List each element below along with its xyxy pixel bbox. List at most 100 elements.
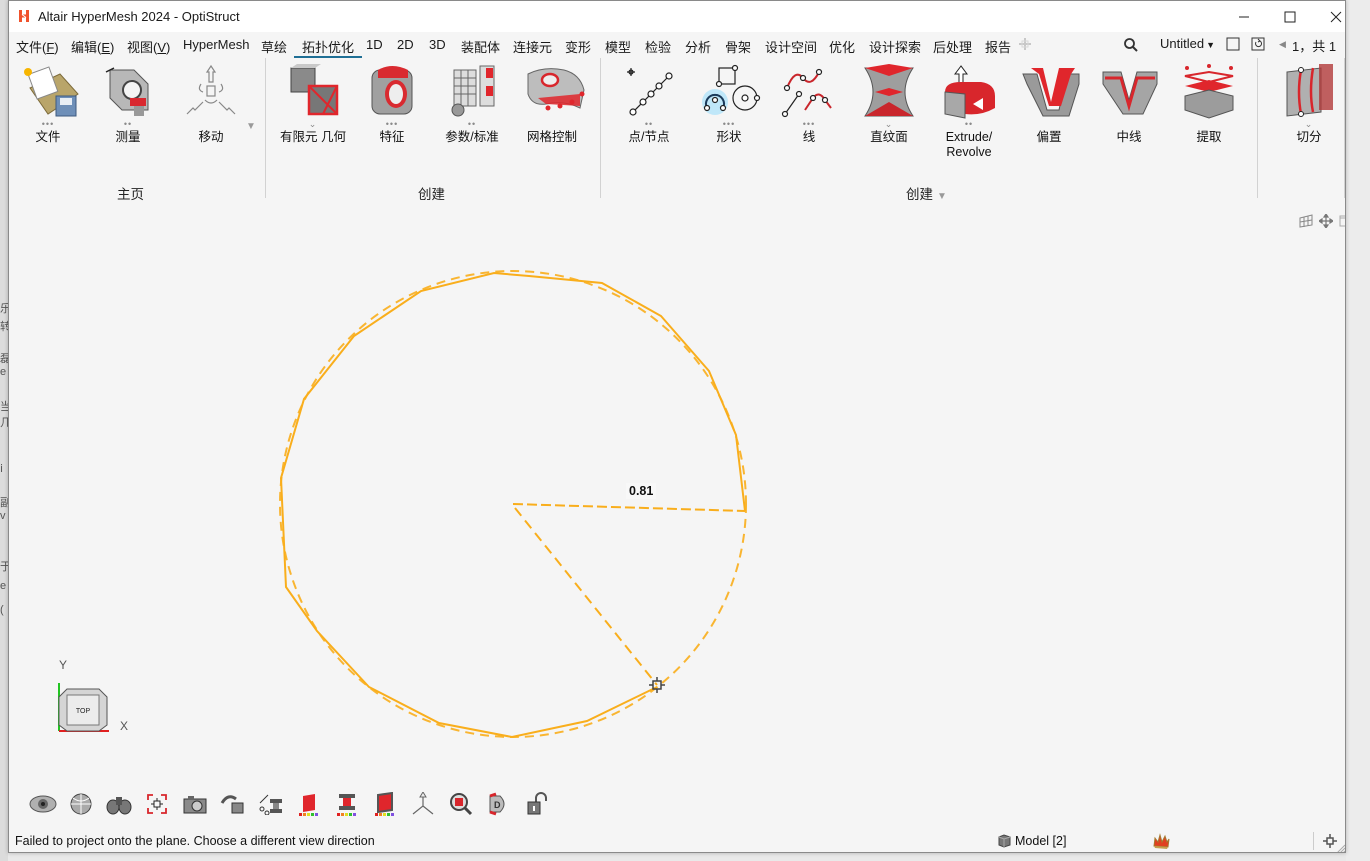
close-button[interactable]: [1313, 1, 1345, 32]
add-tab-button[interactable]: [1018, 37, 1032, 55]
prev-page-button[interactable]: ◀: [1279, 39, 1286, 50]
extract-icon: [1181, 64, 1237, 120]
visibility-eye-icon: [29, 795, 57, 813]
tool-mesh-control[interactable]: 网格控制: [514, 64, 590, 145]
midline-icon: [1101, 64, 1158, 120]
fit-view-icon: [147, 794, 167, 814]
shade-red-icon: [375, 792, 394, 816]
status-bar: Failed to project onto the plane. Choose…: [9, 828, 1346, 853]
radius-line-start: [512, 503, 746, 512]
home-group-expand-icon[interactable]: ▼: [246, 121, 256, 132]
menu-2d[interactable]: 2D: [397, 37, 414, 52]
resize-grip-icon[interactable]: [1335, 843, 1346, 853]
view-cube-face-label: TOP: [76, 708, 91, 715]
menu-edit[interactable]: 编辑(E): [71, 37, 114, 56]
tool-move[interactable]: 移动: [173, 64, 249, 145]
menu-sketch[interactable]: 草绘: [261, 37, 287, 56]
group-label-create-2[interactable]: 创建 ▼: [906, 183, 947, 203]
close-icon: [1330, 11, 1342, 22]
menu-1d[interactable]: 1D: [366, 37, 383, 52]
menu-design-space[interactable]: 设计空间: [765, 37, 817, 56]
tool-fe-geometry[interactable]: ⌄ 有限元 几何: [275, 64, 351, 145]
maximize-button[interactable]: [1267, 1, 1313, 32]
ribbon-toolbar: ••• 文件 •• 测量 移动 ▼ 主页 ⌄ 有限元 几何 ••• 特征 •• …: [9, 58, 1345, 203]
menu-design-explorer[interactable]: 设计探索: [869, 37, 921, 56]
window-title: Altair HyperMesh 2024 - OptiStruct: [38, 9, 240, 24]
checkbox-window-icon[interactable]: [1226, 37, 1240, 51]
fe-geometry-icon: [285, 64, 341, 120]
radius-measure-label: 0.81: [626, 483, 657, 499]
tool-ruled-surface[interactable]: ⌄ 直纹面: [851, 64, 927, 145]
status-message: Failed to project onto the plane. Choose…: [15, 834, 375, 848]
tool-extrude-revolve[interactable]: •• Extrude/Revolve: [931, 64, 1007, 160]
zoom-box-button[interactable]: [447, 790, 475, 818]
search-icon[interactable]: [1123, 37, 1139, 53]
menu-skeleton[interactable]: 骨架: [725, 37, 751, 56]
model-indicator[interactable]: Model [2]: [997, 833, 1066, 848]
unlock-icon: [527, 792, 547, 815]
point-node-icon: [621, 64, 677, 120]
hypermesh-logo-icon: [19, 10, 29, 22]
capture-button[interactable]: [181, 790, 209, 818]
maximize-icon: [1284, 11, 1296, 22]
page-indicator: 1，共 1: [1292, 39, 1337, 54]
menu-file[interactable]: 文件(F): [16, 37, 59, 56]
find-button[interactable]: [105, 790, 133, 818]
menu-analysis[interactable]: 分析: [685, 37, 711, 56]
view-triad[interactable]: Y TOP X: [49, 655, 139, 735]
tool-feature[interactable]: ••• 特征: [354, 64, 430, 145]
visibility-button[interactable]: [29, 790, 57, 818]
sketch-canvas[interactable]: [9, 203, 1346, 828]
camera-icon: [183, 796, 207, 814]
menu-topology-optimization[interactable]: 拓扑优化: [294, 37, 363, 58]
parameters-icon: [444, 64, 500, 120]
triad-button[interactable]: [409, 790, 437, 818]
menu-morph[interactable]: 变形: [565, 37, 591, 56]
menu-validate[interactable]: 检验: [645, 37, 671, 56]
graphics-viewport[interactable]: 0.81 Y TOP X D: [9, 203, 1345, 828]
globe-view-button[interactable]: [67, 790, 95, 818]
menu-connectors[interactable]: 连接元: [513, 37, 552, 56]
tool-point-node[interactable]: •• 点/节点: [611, 64, 687, 145]
tool-measure[interactable]: •• 测量: [90, 64, 166, 145]
rotate-button[interactable]: [219, 790, 247, 818]
move-icon: [183, 64, 239, 120]
file-folder-icon: [20, 64, 79, 120]
menu-3d[interactable]: 3D: [429, 37, 446, 52]
background-window-strip: 乐 转 磊 e 当 几 ⅰ 副 v 于 e (: [0, 0, 8, 861]
tool-midline[interactable]: 中线: [1091, 64, 1167, 145]
menu-report[interactable]: 报告: [985, 37, 1011, 56]
background-right-strip: [1346, 0, 1370, 861]
tool-split[interactable]: ⌄ 切分: [1271, 64, 1345, 145]
section-cut-button[interactable]: [257, 790, 285, 818]
contour-button[interactable]: [295, 790, 323, 818]
minimize-button[interactable]: [1221, 1, 1267, 32]
crown-fire-icon[interactable]: [1152, 832, 1170, 850]
zoom-box-icon: [450, 793, 473, 816]
fit-view-button[interactable]: [143, 790, 171, 818]
extrude-revolve-icon: [941, 64, 997, 120]
session-dropdown[interactable]: Untitled ▼: [1160, 36, 1215, 51]
tool-line[interactable]: ••• 线: [771, 64, 847, 145]
menu-view[interactable]: 视图(V): [127, 37, 170, 56]
menu-model[interactable]: 模型: [605, 37, 631, 56]
triad-icon: [412, 792, 434, 815]
measure-icon: [100, 64, 156, 120]
menu-post-processing[interactable]: 后处理: [933, 37, 972, 56]
element-button[interactable]: [333, 790, 361, 818]
menu-hypermesh[interactable]: HyperMesh: [183, 37, 249, 52]
tool-file[interactable]: ••• 文件: [10, 64, 86, 145]
tool-parameters[interactable]: •• 参数/标准: [434, 64, 510, 145]
model-cube-icon: [998, 834, 1011, 848]
tool-offset[interactable]: 偏置: [1011, 64, 1087, 145]
title-bar: Altair HyperMesh 2024 - OptiStruct: [9, 1, 1345, 32]
menu-optimization[interactable]: 优化: [829, 37, 855, 56]
shade-button[interactable]: [371, 790, 399, 818]
menu-assembly[interactable]: 装配体: [461, 37, 500, 56]
tool-shape[interactable]: ••• 形状: [691, 64, 767, 145]
tool-extract[interactable]: 提取: [1171, 64, 1247, 145]
3d-view-button[interactable]: D: [485, 790, 513, 818]
lock-button[interactable]: [523, 790, 551, 818]
refresh-page-icon[interactable]: [1251, 36, 1266, 51]
minimize-icon: [1239, 16, 1249, 17]
